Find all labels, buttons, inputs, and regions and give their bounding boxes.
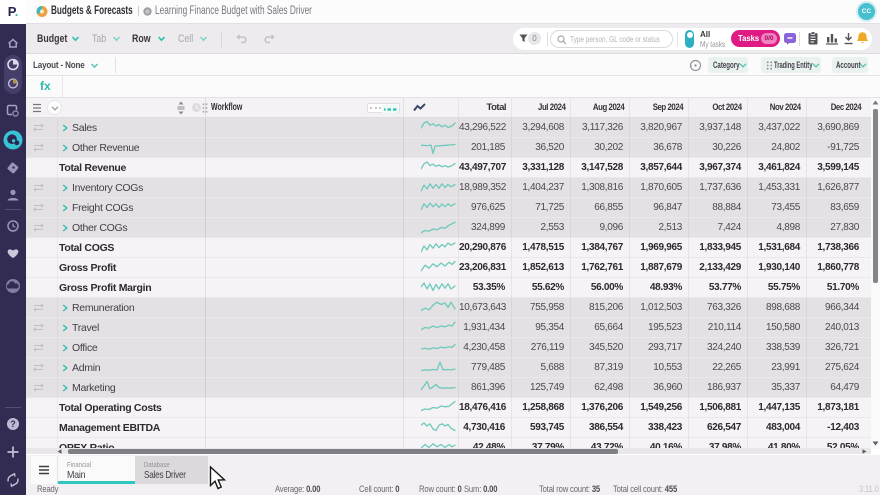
svg-text:?: ?	[10, 419, 16, 429]
